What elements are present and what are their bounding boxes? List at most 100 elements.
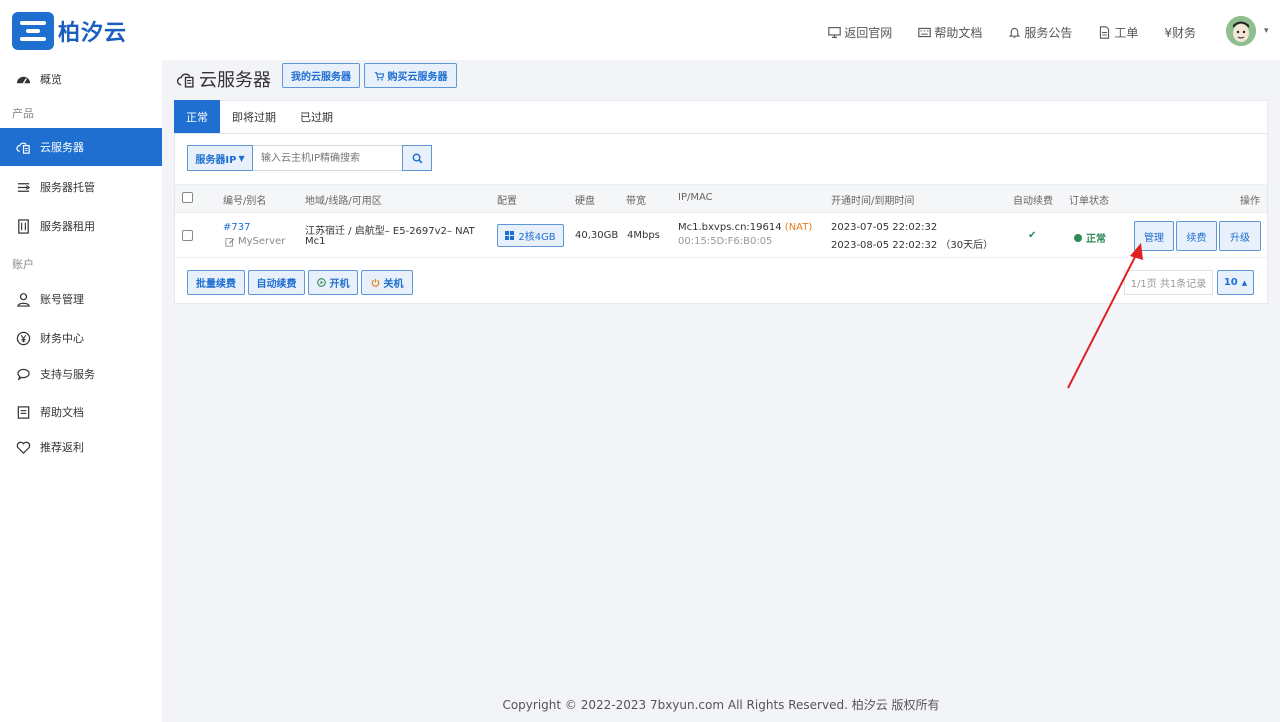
sidebar-item-overview[interactable]: 概览	[0, 60, 162, 98]
page-size-dropdown[interactable]: 10 ▲	[1217, 270, 1254, 295]
row-divider	[175, 257, 1267, 258]
yen-circle-icon	[16, 331, 31, 345]
status-tabs: 正常 即将过期 已过期	[174, 100, 345, 133]
chat-icon	[17, 368, 30, 381]
document-icon	[1100, 26, 1110, 39]
row-checkbox[interactable]	[182, 230, 193, 241]
top-bar: 柏汐云 返回官网 帮助文档 服务公告 工单 ¥财务 ▾	[0, 0, 1280, 60]
sidebar-item-label: 推荐返利	[40, 441, 84, 454]
server-alias[interactable]: MyServer	[225, 236, 285, 247]
sidebar-item-help[interactable]: 帮助文档	[0, 393, 162, 431]
server-id-link[interactable]: #737	[223, 222, 250, 233]
sidebar-item-account[interactable]: 账号管理	[0, 280, 162, 318]
col-bandwidth: 带宽	[626, 196, 646, 207]
check-icon: ✔	[1028, 230, 1037, 241]
sidebar-item-label: 支持与服务	[40, 368, 95, 381]
config-badge[interactable]: 2核4GB	[497, 224, 564, 247]
col-status: 订单状态	[1069, 196, 1109, 207]
col-time: 开通时间/到期时间	[831, 196, 915, 207]
status-badge: 正常	[1074, 230, 1106, 245]
power-off-label: 关机	[383, 279, 404, 290]
select-all-checkbox[interactable]	[182, 192, 193, 203]
col-ip: IP/MAC	[678, 192, 713, 203]
search-filter-label: 服务器IP	[195, 154, 237, 166]
open-time: 2023-07-05 22:02:32	[831, 222, 938, 233]
sidebar-item-referral[interactable]: 推荐返利	[0, 428, 162, 466]
nav-ticket-label: 工单	[1114, 26, 1139, 40]
expire-time: 2023-08-05 22:02:32 （30天后）	[831, 236, 993, 251]
sidebar-item-cloud-server[interactable]: 云服务器	[0, 128, 162, 166]
page-title-text: 云服务器	[199, 70, 271, 91]
nav-help[interactable]: 帮助文档	[918, 24, 982, 41]
my-servers-button[interactable]: 我的云服务器	[282, 63, 360, 88]
renew-button[interactable]: 续费	[1176, 221, 1217, 251]
server-alias-text: MyServer	[238, 236, 286, 247]
disk-value: 40,30GB	[575, 230, 619, 241]
manage-button[interactable]: 管理	[1134, 221, 1174, 251]
user-icon	[17, 292, 30, 307]
sidebar: 概览 产品 云服务器 服务器托管 服务器租用 账户 账号管理 财务中心 支持与服…	[0, 60, 162, 722]
nav-finance[interactable]: ¥财务	[1164, 24, 1196, 41]
bulk-renew-label: 批量续费	[196, 279, 236, 290]
avatar-caret-icon[interactable]: ▾	[1264, 26, 1269, 36]
mac-address: 00:15:5D:F6:B0:05	[678, 236, 773, 247]
avatar[interactable]	[1226, 16, 1256, 46]
col-id: 编号/别名	[223, 196, 267, 207]
search-bar: 服务器IP ▼	[187, 145, 432, 171]
page-size-label: 10	[1223, 277, 1238, 288]
nav-help-label: 帮助文档	[934, 26, 983, 40]
expire-time-text: 2023-08-05 22:02:32	[831, 240, 938, 251]
power-on-label: 开机	[329, 279, 350, 290]
search-input[interactable]	[253, 146, 402, 170]
my-servers-label: 我的云服务器	[291, 72, 351, 83]
col-auto-renew: 自动续费	[1013, 196, 1053, 207]
sidebar-item-label: 概览	[40, 73, 62, 86]
hosting-icon	[17, 182, 31, 192]
nav-ticket[interactable]: 工单	[1098, 24, 1138, 41]
logo-mark-icon	[12, 12, 54, 50]
col-actions: 操作	[1240, 196, 1260, 207]
pagination-info-text: 1/1页 共1条记录	[1130, 279, 1207, 290]
search-icon	[412, 153, 422, 163]
region-line2: Mc1	[305, 236, 326, 247]
nav-notice[interactable]: 服务公告	[1008, 24, 1072, 41]
status-dot-icon	[1074, 233, 1082, 242]
bell-icon	[1009, 27, 1021, 38]
sidebar-item-label: 帮助文档	[40, 406, 84, 419]
keyboard-icon	[918, 27, 932, 38]
power-off-button[interactable]: 关机	[361, 270, 413, 295]
col-region: 地域/线路/可用区	[305, 196, 382, 207]
sidebar-item-hosting[interactable]: 服务器托管	[0, 168, 162, 206]
sidebar-item-rental[interactable]: 服务器租用	[0, 207, 162, 245]
tab-expired[interactable]: 已过期	[288, 100, 345, 133]
config-label: 2核4GB	[518, 232, 556, 243]
tab-expiring[interactable]: 即将过期	[220, 100, 288, 133]
nav-home[interactable]: 返回官网	[828, 24, 892, 41]
tab-normal[interactable]: 正常	[174, 100, 220, 133]
bulk-auto-renew-button[interactable]: 自动续费	[248, 270, 305, 295]
monitor-icon	[828, 27, 842, 38]
sidebar-section-product: 产品	[12, 107, 34, 120]
buy-server-button[interactable]: 购买云服务器	[364, 63, 457, 88]
sidebar-item-finance[interactable]: 财务中心	[0, 319, 162, 357]
windows-icon	[505, 231, 515, 240]
nav-home-label: 返回官网	[844, 26, 893, 40]
caret-up-icon: ▲	[1241, 278, 1248, 287]
sidebar-item-label: 财务中心	[40, 332, 84, 345]
rental-icon	[18, 218, 29, 234]
bulk-renew-button[interactable]: 批量续费	[187, 270, 245, 295]
cloud-server-icon	[176, 73, 194, 88]
power-on-button[interactable]: 开机	[308, 270, 358, 295]
play-circle-icon	[316, 278, 326, 287]
sidebar-item-label: 账号管理	[40, 293, 84, 306]
search-filter-dropdown[interactable]: 服务器IP ▼	[187, 145, 253, 171]
upgrade-button[interactable]: 升级	[1219, 221, 1261, 251]
col-disk: 硬盘	[575, 196, 595, 207]
brand-logo[interactable]: 柏汐云	[12, 12, 127, 50]
manage-label: 管理	[1144, 232, 1164, 244]
doc-icon	[17, 405, 30, 419]
sidebar-item-support[interactable]: 支持与服务	[0, 355, 162, 393]
brand-name: 柏汐云	[58, 21, 128, 46]
search-button[interactable]	[402, 145, 432, 171]
cart-icon	[374, 71, 384, 81]
